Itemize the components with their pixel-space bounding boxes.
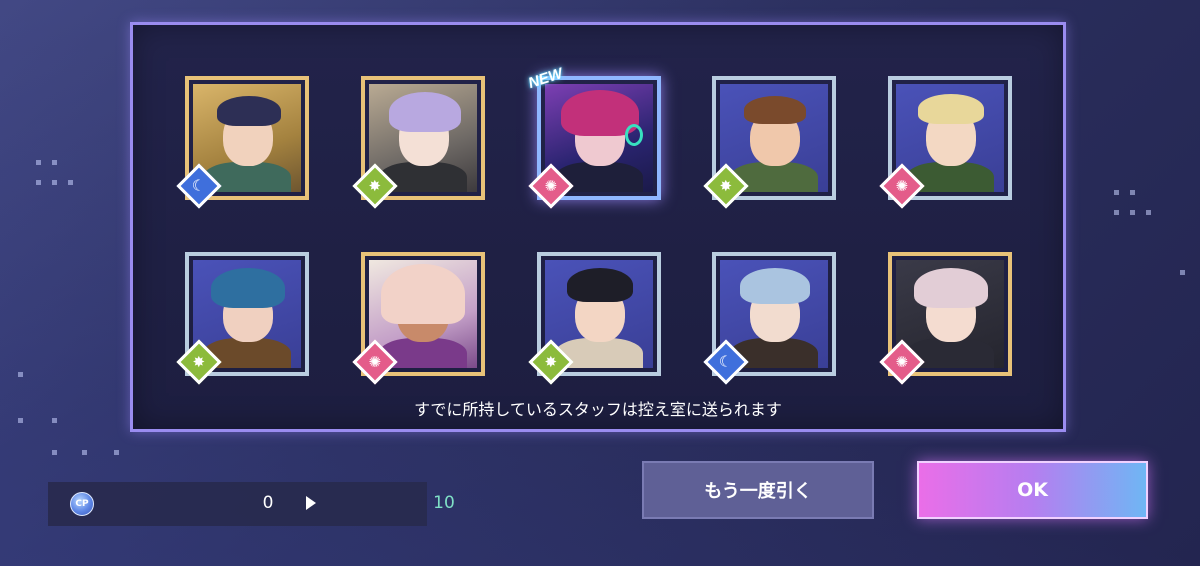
staff-card[interactable]: ✸ [176,252,309,385]
cp-coin-icon: CP [70,492,94,516]
staff-card[interactable]: ✸ [703,76,836,209]
staff-card-new[interactable]: ✺ [528,76,661,209]
staff-card[interactable]: ✺ [879,252,1012,385]
staff-card[interactable]: ✸ [528,252,661,385]
staff-card[interactable]: ☾ [703,252,836,385]
staff-card[interactable]: ✺ [352,252,485,385]
play-arrow-icon [306,496,316,510]
staff-card[interactable]: ✸ [352,76,485,209]
cp-to-value: 10 [433,493,455,513]
staff-card[interactable]: ☾ [176,76,309,209]
staff-card[interactable]: ✺ [879,76,1012,209]
cp-from-value: 0 [262,493,274,513]
ok-button[interactable]: OK [917,461,1148,519]
cp-progress-bar: CP 0 10 [48,482,455,526]
draw-again-button[interactable]: もう一度引く [642,461,874,519]
duplicate-notice: すでに所持しているスタッフは控え室に送られます [414,400,782,419]
